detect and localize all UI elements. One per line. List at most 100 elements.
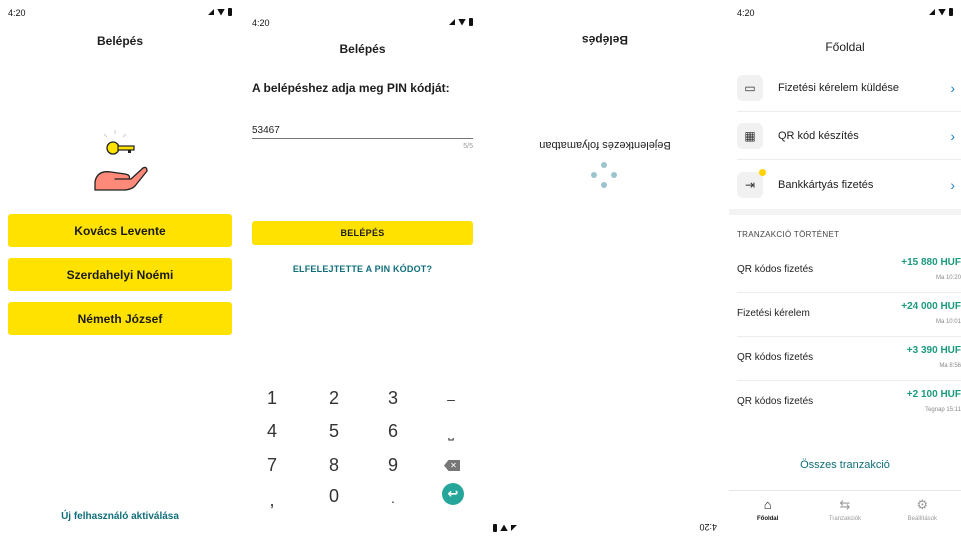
action-card-payment[interactable]: ⇥ Bankkártyás fizetés › (737, 161, 961, 209)
page-title: Főoldal (825, 40, 865, 54)
transaction-amount: +24 000 HUF (901, 301, 961, 312)
home-icon: ⌂ (763, 497, 772, 512)
login-user-select-screen: 4:20 Belépés Kovács Levente Szerdahelyi … (0, 0, 240, 540)
pin-char-counter: 5/5 (463, 143, 473, 150)
status-time: 4:20 (8, 8, 26, 18)
status-time: 4:20 (252, 18, 270, 28)
signal-icon (208, 9, 214, 15)
battery-icon (469, 18, 473, 26)
all-transactions-link[interactable]: Összes tranzakció (729, 459, 961, 471)
wifi-icon (217, 8, 225, 16)
key-space[interactable]: ⎵ (431, 424, 471, 441)
backspace-key[interactable]: ✕ (444, 460, 460, 471)
enter-key[interactable]: ↩ (442, 483, 464, 505)
login-progress-screen: 4:20 Belépés Bejelentkezés folyamatban (485, 0, 725, 540)
key-6[interactable]: 6 (373, 421, 413, 442)
status-icons (929, 8, 953, 16)
notification-dot (759, 169, 766, 176)
key-comma[interactable]: , (252, 490, 292, 511)
wifi-icon (458, 18, 466, 26)
battery-icon (493, 524, 497, 532)
transaction-history-header: TRANZAKCIÓ TÖRTÉNET (737, 230, 840, 239)
nav-settings[interactable]: ⚙ Beállítások (884, 491, 961, 540)
loading-text: Bejelentkezés folyamatban (539, 139, 671, 151)
section-divider (729, 209, 961, 215)
pin-prompt: A belépéshez adja meg PIN kódját: (252, 81, 450, 95)
key-5[interactable]: 5 (314, 421, 354, 442)
wifi-icon (938, 8, 946, 16)
chevron-right-icon: › (950, 79, 955, 96)
key-9[interactable]: 9 (373, 455, 413, 476)
status-bar: 4:20 (8, 8, 232, 20)
activate-new-user-link[interactable]: Új felhasználó aktiválása (0, 511, 240, 522)
status-bar: 4:20 (252, 8, 473, 28)
key-dot[interactable]: . (373, 490, 413, 506)
status-bar: 4:20 (493, 520, 717, 532)
status-icons (208, 8, 232, 16)
loading-spinner-icon (591, 162, 617, 188)
transaction-row[interactable]: Fizetési kérelem +24 000 HUF Ma 10:01 (737, 293, 961, 337)
pin-input[interactable]: 53467 (252, 125, 280, 136)
action-label: Bankkártyás fizetés (778, 179, 874, 191)
key-in-hand-icon (94, 130, 148, 191)
qr-code-icon: ▦ (737, 122, 763, 149)
user-button-nemeth-jozsef[interactable]: Németh József (8, 302, 232, 335)
key-minus[interactable]: – (431, 391, 471, 407)
action-label: QR kód készítés (778, 129, 859, 142)
key-8[interactable]: 8 (314, 455, 354, 476)
transactions-icon: ⇆ (839, 497, 851, 512)
status-icons (449, 18, 473, 26)
nav-home[interactable]: ⌂ Főoldal (729, 491, 806, 540)
transaction-amount: +2 100 HUF (906, 389, 961, 400)
forgot-pin-link[interactable]: ELFELEJTETTE A PIN KÓDOT? (244, 264, 481, 274)
transaction-row[interactable]: QR kódos fizetés +2 100 HUF Tegnap 15:11 (737, 381, 961, 425)
transaction-amount: +3 390 HUF (906, 345, 961, 356)
battery-icon (228, 8, 232, 16)
status-time: 4:20 (737, 8, 755, 18)
signal-icon (511, 525, 517, 531)
page-title: Belépés (581, 33, 629, 47)
key-0[interactable]: 0 (314, 486, 354, 507)
battery-icon (949, 8, 953, 16)
transaction-time: Tegnap 15:11 (925, 407, 961, 413)
transaction-time: Ma 8:56 (939, 363, 961, 369)
chevron-right-icon: › (950, 127, 955, 144)
action-create-qr-code[interactable]: ▦ QR kód készítés › (737, 112, 961, 160)
home-screen: 4:20 Főoldal ▭ Fizetési kérelem küldése … (729, 0, 961, 540)
status-icons (493, 524, 517, 532)
transaction-name: Fizetési kérelem (737, 308, 810, 319)
status-bar: 4:20 (737, 8, 953, 20)
gear-icon: ⚙ (916, 497, 929, 512)
login-button[interactable]: BELÉPÉS (252, 221, 473, 245)
signal-icon (929, 9, 935, 15)
chevron-right-icon: › (950, 177, 955, 193)
page-title: Belépés (96, 34, 144, 48)
transaction-amount: +15 880 HUF (901, 257, 961, 268)
key-7[interactable]: 7 (252, 455, 292, 476)
transaction-time: Ma 10:20 (935, 275, 961, 281)
nav-transactions[interactable]: ⇆ Tranzakciók (806, 491, 883, 540)
user-button-kovacs-levente[interactable]: Kovács Levente (8, 214, 232, 247)
spinner-dot (591, 172, 597, 178)
pin-input-underline (252, 138, 473, 139)
nav-label: Tranzakciók (828, 516, 862, 522)
wifi-icon (500, 525, 508, 532)
key-4[interactable]: 4 (252, 421, 292, 442)
transaction-name: QR kódos fizetés (737, 352, 814, 363)
status-time: 4:20 (699, 522, 717, 532)
action-send-payment-request[interactable]: ▭ Fizetési kérelem küldése › (737, 64, 961, 112)
spinner-dot (601, 162, 607, 168)
bottom-navigation: ⌂ Főoldal ⇆ Tranzakciók ⚙ Beállítások (729, 490, 961, 540)
pin-entry-screen: 4:20 Belépés A belépéshez adja meg PIN k… (244, 0, 481, 540)
signal-icon (449, 19, 455, 25)
key-3[interactable]: 3 (373, 388, 413, 409)
key-2[interactable]: 2 (314, 388, 354, 409)
key-1[interactable]: 1 (252, 388, 292, 409)
transaction-row[interactable]: QR kódos fizetés +15 880 HUF Ma 10:20 (737, 249, 961, 293)
nav-label: Beállítások (907, 516, 937, 522)
nav-label: Főoldal (756, 516, 779, 522)
user-button-szerdahelyi-noemi[interactable]: Szerdahelyi Noémi (8, 258, 232, 291)
transaction-name: QR kódos fizetés (737, 396, 814, 407)
transaction-row[interactable]: QR kódos fizetés +3 390 HUF Ma 8:56 (737, 337, 961, 381)
transaction-name: QR kódos fizetés (737, 264, 814, 275)
